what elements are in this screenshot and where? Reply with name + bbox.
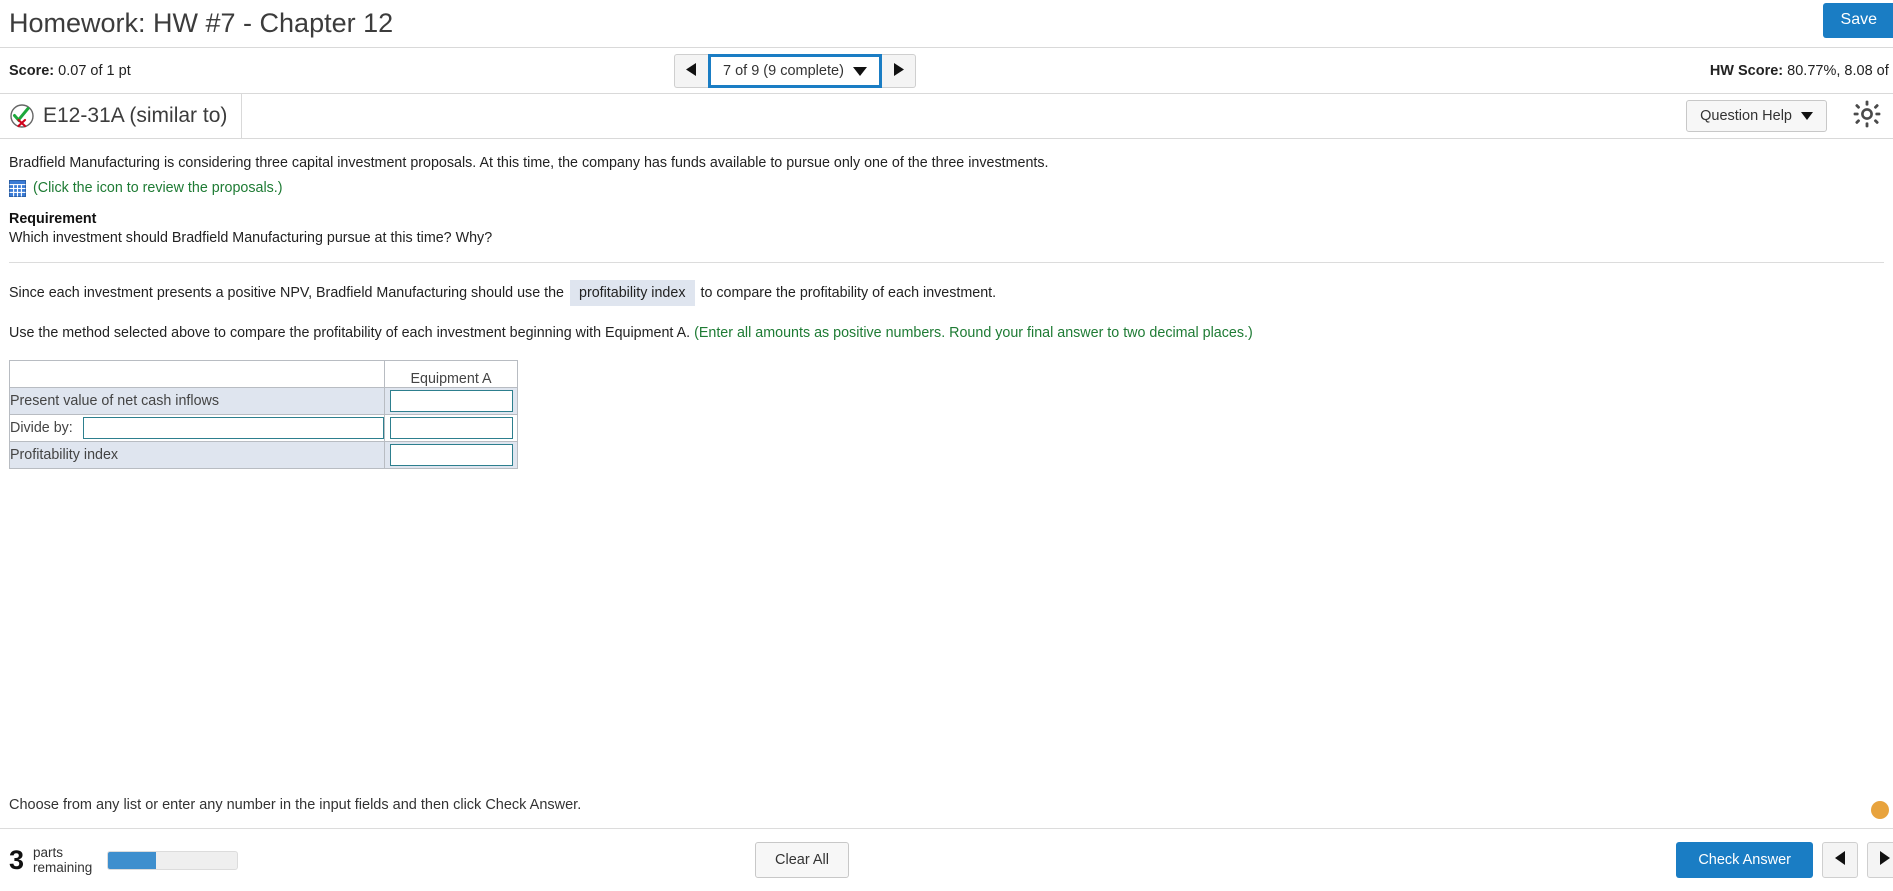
- question-header: E12-31A (similar to) Question Help: [0, 94, 1893, 139]
- check-and-x-circle-icon: [9, 103, 35, 129]
- triangle-left-icon: [1833, 850, 1847, 871]
- table-header-blank: [9, 359, 385, 388]
- progress-bar: [107, 850, 239, 870]
- save-button[interactable]: Save: [1822, 3, 1893, 38]
- homework-score: HW Score: 80.77%, 8.08 of 10 p: [1710, 63, 1893, 79]
- triangle-right-icon: [1878, 850, 1892, 871]
- question-body: Bradfield Manufacturing is considering t…: [0, 139, 1893, 469]
- settings-button[interactable]: [1853, 100, 1881, 133]
- page-title: Homework: HW #7 - Chapter 12: [9, 8, 394, 38]
- question-select[interactable]: 7 of 9 (9 complete): [708, 54, 882, 88]
- instruction-text: Use the method selected above to compare…: [9, 324, 691, 341]
- question-help-label: Question Help: [1700, 108, 1792, 124]
- triangle-right-icon: [892, 62, 905, 80]
- divide-by-input[interactable]: [389, 416, 513, 439]
- gear-icon: [1853, 100, 1881, 133]
- next-question-button[interactable]: [881, 54, 916, 88]
- parts-remaining-label: parts remaining: [33, 845, 92, 875]
- question-score: Score: 0.07 of 1 pt: [0, 63, 131, 79]
- row-cell-present-value: [384, 386, 518, 415]
- problem-intro: Bradfield Manufacturing is considering t…: [9, 155, 1049, 171]
- footer-instruction: Choose from any list or enter any number…: [9, 797, 582, 813]
- review-proposals-row: (Click the icon to review the proposals.…: [9, 179, 1884, 197]
- cursor-indicator: [1871, 801, 1889, 819]
- row-cell-profitability-index: [384, 440, 518, 469]
- row-label-present-value: Present value of net cash inflows: [9, 386, 385, 415]
- footer-prev-button[interactable]: [1822, 842, 1858, 878]
- method-selection-sentence: Since each investment presents a positiv…: [9, 279, 1884, 306]
- table-row: Profitability index: [9, 440, 518, 469]
- question-id: E12-31A (similar to): [43, 104, 228, 127]
- method-dropdown[interactable]: profitability index: [570, 279, 695, 306]
- clear-all-button[interactable]: Clear All: [755, 842, 849, 878]
- score-label: Score:: [9, 62, 55, 79]
- question-id-box: E12-31A (similar to): [0, 94, 243, 138]
- method-sentence-suffix: to compare the profitability of each inv…: [700, 284, 997, 301]
- parts-remaining-count: 3: [9, 844, 25, 875]
- requirement-text: Which investment should Bradfield Manufa…: [9, 229, 493, 246]
- score-value: 0.07 of 1 pt: [58, 62, 131, 79]
- prev-question-button[interactable]: [674, 54, 708, 88]
- row-cell-divide-by: [384, 413, 518, 442]
- method-sentence-prefix: Since each investment presents a positiv…: [9, 284, 564, 301]
- section-divider: [9, 261, 1884, 263]
- score-bar: Score: 0.07 of 1 pt 7 of 9 (9 complete) …: [0, 48, 1893, 94]
- progress-bar-fill: [108, 851, 157, 869]
- spreadsheet-grid-icon[interactable]: [9, 179, 26, 197]
- row-label-profitability-index: Profitability index: [9, 440, 385, 469]
- parts-remaining-group: 3 parts remaining: [9, 844, 239, 875]
- parts-label-line1: parts: [33, 844, 64, 860]
- divide-by-method-input[interactable]: [82, 416, 384, 439]
- table-header-equipment-a: Equipment A: [384, 359, 518, 388]
- chevron-down-icon: [1801, 112, 1813, 120]
- hw-score-value: 80.77%, 8.08 of 10 p: [1787, 62, 1893, 79]
- row-label-divide-by: Divide by:: [9, 413, 385, 442]
- chevron-down-icon: [852, 66, 867, 76]
- question-help-button[interactable]: Question Help: [1686, 100, 1827, 132]
- triangle-left-icon: [685, 62, 698, 80]
- table-header-row: Equipment A: [9, 359, 518, 388]
- title-bar: Homework: HW #7 - Chapter 12 Save: [0, 0, 1893, 48]
- profitability-index-input[interactable]: [389, 443, 513, 466]
- footer-bar: 3 parts remaining Clear All Check Answer: [0, 829, 1893, 891]
- review-proposals-link[interactable]: (Click the icon to review the proposals.…: [33, 180, 283, 196]
- footer-actions: Check Answer: [1676, 842, 1893, 878]
- instruction-line: Use the method selected above to compare…: [9, 325, 1884, 341]
- present-value-input[interactable]: [389, 389, 513, 412]
- question-select-label: 7 of 9 (9 complete): [723, 63, 844, 79]
- table-row: Divide by:: [9, 413, 518, 442]
- hw-score-label: HW Score:: [1709, 62, 1784, 79]
- question-navigator: 7 of 9 (9 complete): [674, 54, 916, 88]
- parts-label-line2: remaining: [33, 860, 93, 875]
- requirement-heading: Requirement: [9, 210, 97, 227]
- check-answer-button[interactable]: Check Answer: [1676, 842, 1813, 878]
- profitability-index-table: Equipment A Present value of net cash in…: [9, 359, 518, 469]
- footer-next-button[interactable]: [1867, 842, 1893, 878]
- table-row: Present value of net cash inflows: [9, 386, 518, 415]
- instruction-note: (Enter all amounts as positive numbers. …: [694, 324, 1253, 341]
- divide-by-label: Divide by:: [10, 419, 73, 436]
